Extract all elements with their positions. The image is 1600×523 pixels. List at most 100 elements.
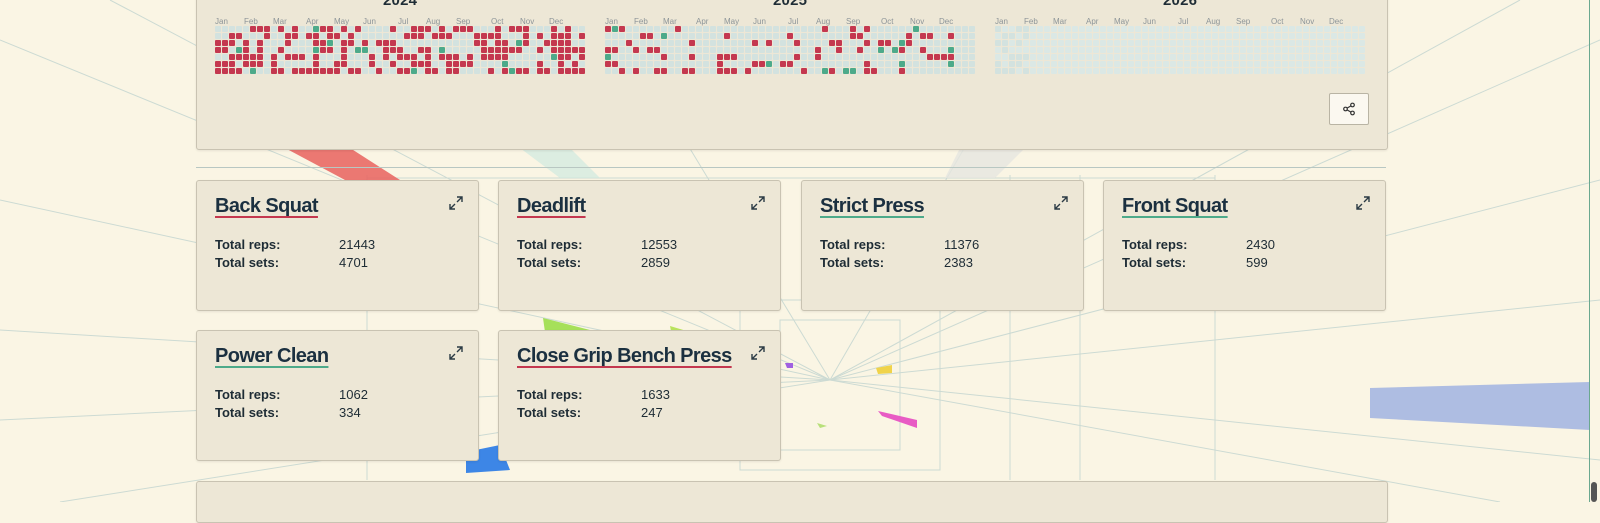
- heatmap-day-cell[interactable]: [843, 26, 849, 32]
- heatmap-day-cell[interactable]: [418, 54, 424, 60]
- heatmap-day-cell[interactable]: [661, 47, 667, 53]
- heatmap-day-cell[interactable]: [467, 61, 473, 67]
- heatmap-day-cell[interactable]: [605, 61, 611, 67]
- heatmap-day-cell[interactable]: [1093, 68, 1099, 74]
- heatmap-day-cell[interactable]: [626, 33, 632, 39]
- heatmap-day-cell[interactable]: [264, 47, 270, 53]
- heatmap-day-cell[interactable]: [257, 47, 263, 53]
- heatmap-day-cell[interactable]: [1016, 61, 1022, 67]
- heatmap-day-cell[interactable]: [390, 54, 396, 60]
- heatmap-day-cell[interactable]: [488, 26, 494, 32]
- heatmap-day-cell[interactable]: [1310, 68, 1316, 74]
- heatmap-day-cell[interactable]: [250, 54, 256, 60]
- heatmap-day-cell[interactable]: [1338, 61, 1344, 67]
- heatmap-day-cell[interactable]: [390, 47, 396, 53]
- heatmap-day-cell[interactable]: [927, 26, 933, 32]
- heatmap-day-cell[interactable]: [222, 68, 228, 74]
- heatmap-day-cell[interactable]: [404, 33, 410, 39]
- heatmap-day-cell[interactable]: [766, 40, 772, 46]
- heatmap-day-cell[interactable]: [1121, 61, 1127, 67]
- heatmap-day-cell[interactable]: [1219, 61, 1225, 67]
- heatmap-day-cell[interactable]: [1331, 54, 1337, 60]
- heatmap-day-cell[interactable]: [696, 61, 702, 67]
- heatmap-day-cell[interactable]: [285, 26, 291, 32]
- heatmap-day-cell[interactable]: [411, 61, 417, 67]
- heatmap-day-cell[interactable]: [626, 40, 632, 46]
- heatmap-day-cell[interactable]: [731, 54, 737, 60]
- heatmap-day-cell[interactable]: [710, 61, 716, 67]
- expand-icon[interactable]: [448, 345, 464, 361]
- heatmap-day-cell[interactable]: [605, 47, 611, 53]
- heatmap-day-cell[interactable]: [1191, 61, 1197, 67]
- heatmap-day-cell[interactable]: [857, 33, 863, 39]
- heatmap-day-cell[interactable]: [738, 68, 744, 74]
- heatmap-day-cell[interactable]: [1044, 61, 1050, 67]
- heatmap-day-cell[interactable]: [565, 54, 571, 60]
- heatmap-day-cell[interactable]: [236, 68, 242, 74]
- heatmap-day-cell[interactable]: [794, 54, 800, 60]
- heatmap-day-cell[interactable]: [640, 47, 646, 53]
- heatmap-day-cell[interactable]: [1149, 47, 1155, 53]
- heatmap-day-cell[interactable]: [369, 26, 375, 32]
- heatmap-day-cell[interactable]: [1184, 54, 1190, 60]
- heatmap-day-cell[interactable]: [488, 61, 494, 67]
- heatmap-day-cell[interactable]: [1240, 40, 1246, 46]
- heatmap-day-cell[interactable]: [717, 33, 723, 39]
- heatmap-day-cell[interactable]: [710, 54, 716, 60]
- heatmap-day-cell[interactable]: [1037, 68, 1043, 74]
- heatmap-day-cell[interactable]: [1191, 47, 1197, 53]
- heatmap-day-cell[interactable]: [1254, 47, 1260, 53]
- heatmap-day-cell[interactable]: [703, 47, 709, 53]
- heatmap-day-cell[interactable]: [341, 54, 347, 60]
- heatmap-day-cell[interactable]: [425, 68, 431, 74]
- heatmap-day-cell[interactable]: [941, 33, 947, 39]
- heatmap-day-cell[interactable]: [383, 68, 389, 74]
- heatmap-day-cell[interactable]: [1177, 40, 1183, 46]
- heatmap-day-cell[interactable]: [362, 47, 368, 53]
- heatmap-day-cell[interactable]: [215, 54, 221, 60]
- heatmap-day-cell[interactable]: [1002, 54, 1008, 60]
- heatmap-day-cell[interactable]: [376, 54, 382, 60]
- heatmap-day-cell[interactable]: [1240, 33, 1246, 39]
- heatmap-day-cell[interactable]: [453, 68, 459, 74]
- heatmap-day-cell[interactable]: [1135, 54, 1141, 60]
- heatmap-day-cell[interactable]: [390, 68, 396, 74]
- heatmap-day-cell[interactable]: [850, 47, 856, 53]
- heatmap-day-cell[interactable]: [696, 26, 702, 32]
- heatmap-day-cell[interactable]: [1268, 33, 1274, 39]
- heatmap-day-cell[interactable]: [995, 61, 1001, 67]
- heatmap-day-cell[interactable]: [523, 40, 529, 46]
- heatmap-day-cell[interactable]: [516, 47, 522, 53]
- heatmap-day-cell[interactable]: [579, 26, 585, 32]
- heatmap-day-cell[interactable]: [1296, 54, 1302, 60]
- heatmap-day-cell[interactable]: [502, 54, 508, 60]
- heatmap-day-cell[interactable]: [682, 47, 688, 53]
- heatmap-day-cell[interactable]: [1009, 47, 1015, 53]
- heatmap-day-cell[interactable]: [1282, 47, 1288, 53]
- heatmap-day-cell[interactable]: [299, 33, 305, 39]
- heatmap-day-cell[interactable]: [1016, 54, 1022, 60]
- heatmap-day-cell[interactable]: [906, 54, 912, 60]
- heatmap-day-cell[interactable]: [1107, 33, 1113, 39]
- heatmap-day-cell[interactable]: [1289, 33, 1295, 39]
- heatmap-day-cell[interactable]: [661, 54, 667, 60]
- heatmap-day-cell[interactable]: [619, 26, 625, 32]
- heatmap-day-cell[interactable]: [745, 26, 751, 32]
- heatmap-day-cell[interactable]: [474, 40, 480, 46]
- heatmap-day-cell[interactable]: [1037, 26, 1043, 32]
- heatmap-day-cell[interactable]: [892, 54, 898, 60]
- heatmap-day-cell[interactable]: [243, 61, 249, 67]
- heatmap-day-cell[interactable]: [1058, 54, 1064, 60]
- heatmap-day-cell[interactable]: [995, 33, 1001, 39]
- heatmap-day-cell[interactable]: [334, 26, 340, 32]
- heatmap-day-cell[interactable]: [920, 33, 926, 39]
- heatmap-day-cell[interactable]: [752, 54, 758, 60]
- heatmap-day-cell[interactable]: [1345, 26, 1351, 32]
- heatmap-day-cell[interactable]: [1310, 26, 1316, 32]
- heatmap-day-cell[interactable]: [1177, 47, 1183, 53]
- heatmap-day-cell[interactable]: [920, 47, 926, 53]
- heatmap-day-cell[interactable]: [759, 54, 765, 60]
- heatmap-day-cell[interactable]: [530, 33, 536, 39]
- heatmap-day-cell[interactable]: [1261, 61, 1267, 67]
- heatmap-day-cell[interactable]: [759, 33, 765, 39]
